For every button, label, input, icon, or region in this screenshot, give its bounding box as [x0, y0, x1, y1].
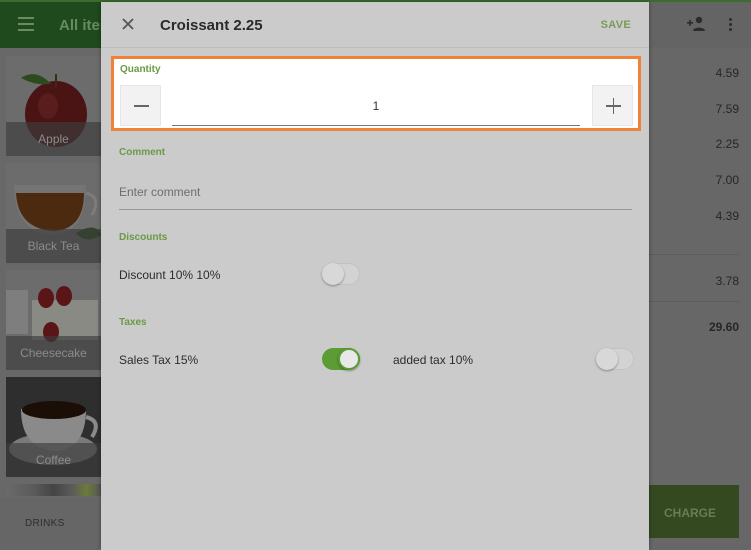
- charge-label: CHARGE: [664, 506, 717, 520]
- item-grid: Apple Black Tea Cheesecake Coffee: [0, 48, 101, 498]
- item-tile-black-tea[interactable]: Black Tea: [6, 163, 101, 263]
- charge-button[interactable]: CHARGE: [649, 485, 739, 538]
- sales-tax-toggle[interactable]: [322, 348, 360, 370]
- item-tile-partial: [6, 484, 101, 496]
- ticket-panel: 4.59 7.59 2.25 7.00 4.39 3.78 29.60: [649, 48, 751, 550]
- discount-toggle[interactable]: [322, 263, 360, 285]
- add-person-icon[interactable]: [686, 16, 706, 32]
- ticket-toolbar: [649, 0, 751, 48]
- ticket-line-price: 2.25: [715, 137, 739, 151]
- category-tabs: DRINKS: [0, 498, 101, 550]
- more-vert-icon[interactable]: [729, 18, 733, 32]
- comment-input[interactable]: [119, 174, 632, 210]
- edit-item-dialog: Croissant 2.25 SAVE Quantity Comment Dis…: [101, 2, 649, 550]
- tax-label: added tax 10%: [393, 353, 474, 367]
- save-button[interactable]: SAVE: [601, 19, 631, 31]
- discounts-label: Discounts: [119, 232, 168, 243]
- dialog-title: Croissant 2.25: [160, 17, 263, 34]
- divider: [649, 254, 739, 255]
- ticket-line-price: 4.39: [715, 209, 739, 223]
- close-icon[interactable]: [119, 15, 137, 33]
- item-tile-coffee[interactable]: Coffee: [6, 377, 101, 477]
- quantity-section: Quantity: [111, 56, 641, 131]
- taxes-label: Taxes: [119, 317, 147, 328]
- discount-label: Discount 10% 10%: [119, 268, 221, 282]
- ticket-line-price: 4.59: [715, 66, 739, 80]
- decrement-button[interactable]: [120, 85, 161, 126]
- increment-button[interactable]: [592, 85, 633, 126]
- added-tax-toggle[interactable]: [596, 348, 634, 370]
- item-label: Apple: [6, 122, 101, 156]
- comment-label: Comment: [119, 147, 166, 158]
- dialog-header: Croissant 2.25 SAVE: [101, 2, 649, 48]
- item-label: Black Tea: [6, 229, 101, 263]
- divider: [649, 301, 739, 302]
- quantity-input[interactable]: [172, 86, 580, 126]
- item-tile-cheesecake[interactable]: Cheesecake: [6, 270, 101, 370]
- item-tile-apple[interactable]: Apple: [6, 56, 101, 156]
- tax-label: Sales Tax 15%: [119, 353, 199, 367]
- ticket-tax: 3.78: [715, 274, 739, 288]
- quantity-label: Quantity: [120, 64, 161, 75]
- menu-icon[interactable]: [18, 17, 34, 31]
- tab-drinks[interactable]: DRINKS: [25, 518, 65, 529]
- item-label: Cheesecake: [6, 336, 101, 370]
- ticket-line-price: 7.00: [715, 173, 739, 187]
- item-label: Coffee: [6, 443, 101, 477]
- ticket-line-price: 7.59: [715, 102, 739, 116]
- ticket-total: 29.60: [708, 320, 739, 334]
- minus-icon: [134, 105, 149, 107]
